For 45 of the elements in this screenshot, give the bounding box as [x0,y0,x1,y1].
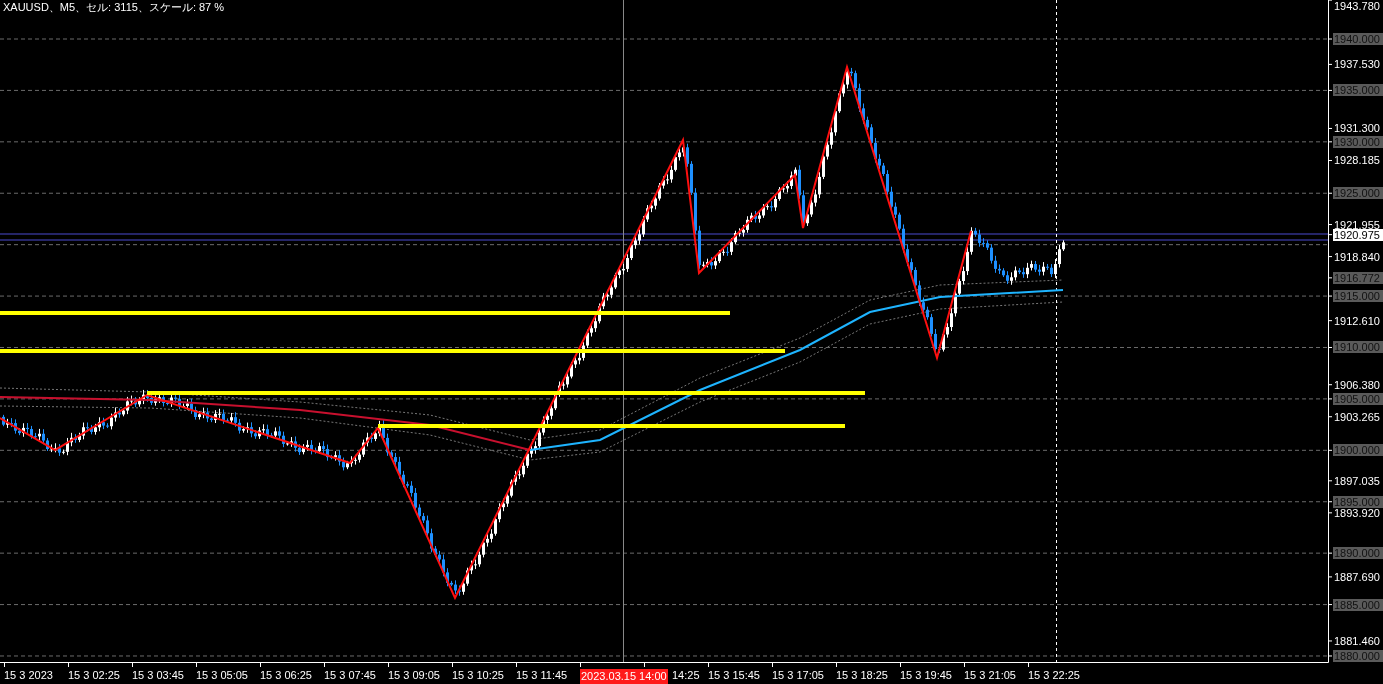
time-tick-label: 14:25 [672,669,700,682]
time-tick-label: 15 3 18:25 [836,669,888,682]
price-tick-label: 1903.265 [1333,411,1381,423]
time-tick-label: 15 3 15:45 [708,669,760,682]
price-level-label: 1905.000 [1333,393,1383,405]
price-level-label: 1916.772 [1333,272,1383,284]
price-level-label: 1880.000 [1333,650,1383,662]
time-tick-label: 15 3 2023 [4,669,53,682]
time-tick-label: 15 3 17:05 [772,669,824,682]
price-tick-label: 1887.690 [1333,571,1381,583]
price-tick-label: 1897.035 [1333,475,1381,487]
time-tick-label: 15 3 05:05 [196,669,248,682]
price-tick-label: 1931.300 [1333,122,1381,134]
price-level-label: 1910.000 [1333,341,1383,353]
time-tick-label: 15 3 22:25 [1028,669,1080,682]
price-tick-label: 1918.840 [1333,251,1381,263]
time-tick-label: 15 3 06:25 [260,669,312,682]
time-tick-label: 15 3 21:05 [964,669,1016,682]
price-tick-label: 1893.920 [1333,507,1381,519]
time-tick-label: 15 3 10:25 [452,669,504,682]
price-tick-label: 1906.380 [1333,379,1381,391]
time-tick-label: 15 3 19:45 [900,669,952,682]
price-level-label: 1885.000 [1333,599,1383,611]
time-tick-label: 15 3 03:45 [132,669,184,682]
price-level-label: 1895.000 [1333,496,1383,508]
price-level-label: 1900.000 [1333,444,1383,456]
crosshair-time-label: 2023.03.15 14:00 [580,669,668,684]
price-tick-label: 1937.530 [1333,58,1381,70]
time-tick-label: 15 3 09:05 [388,669,440,682]
price-tick-label: 1881.460 [1333,635,1381,647]
price-level-label: 1925.000 [1333,187,1383,199]
price-tick-label: 1912.610 [1333,315,1381,327]
price-level-label: 1915.000 [1333,290,1383,302]
price-tick-label: 1943.780 [1333,0,1381,12]
chart-title: XAUUSD、M5、セル: 3115、スケール: 87 % [3,0,225,14]
time-tick-label: 15 3 02:25 [68,669,120,682]
current-price-label: 1920.975 [1333,229,1383,241]
price-level-label: 1940.000 [1333,33,1383,45]
price-level-label: 1890.000 [1333,547,1383,559]
time-tick-label: 15 3 11:45 [516,669,568,682]
time-tick-label: 15 3 07:45 [324,669,376,682]
price-tick-label: 1928.185 [1333,154,1381,166]
price-level-label: 1935.000 [1333,84,1383,96]
price-level-label: 1930.000 [1333,136,1383,148]
price-tick-label: 1921.955 [1333,219,1381,231]
